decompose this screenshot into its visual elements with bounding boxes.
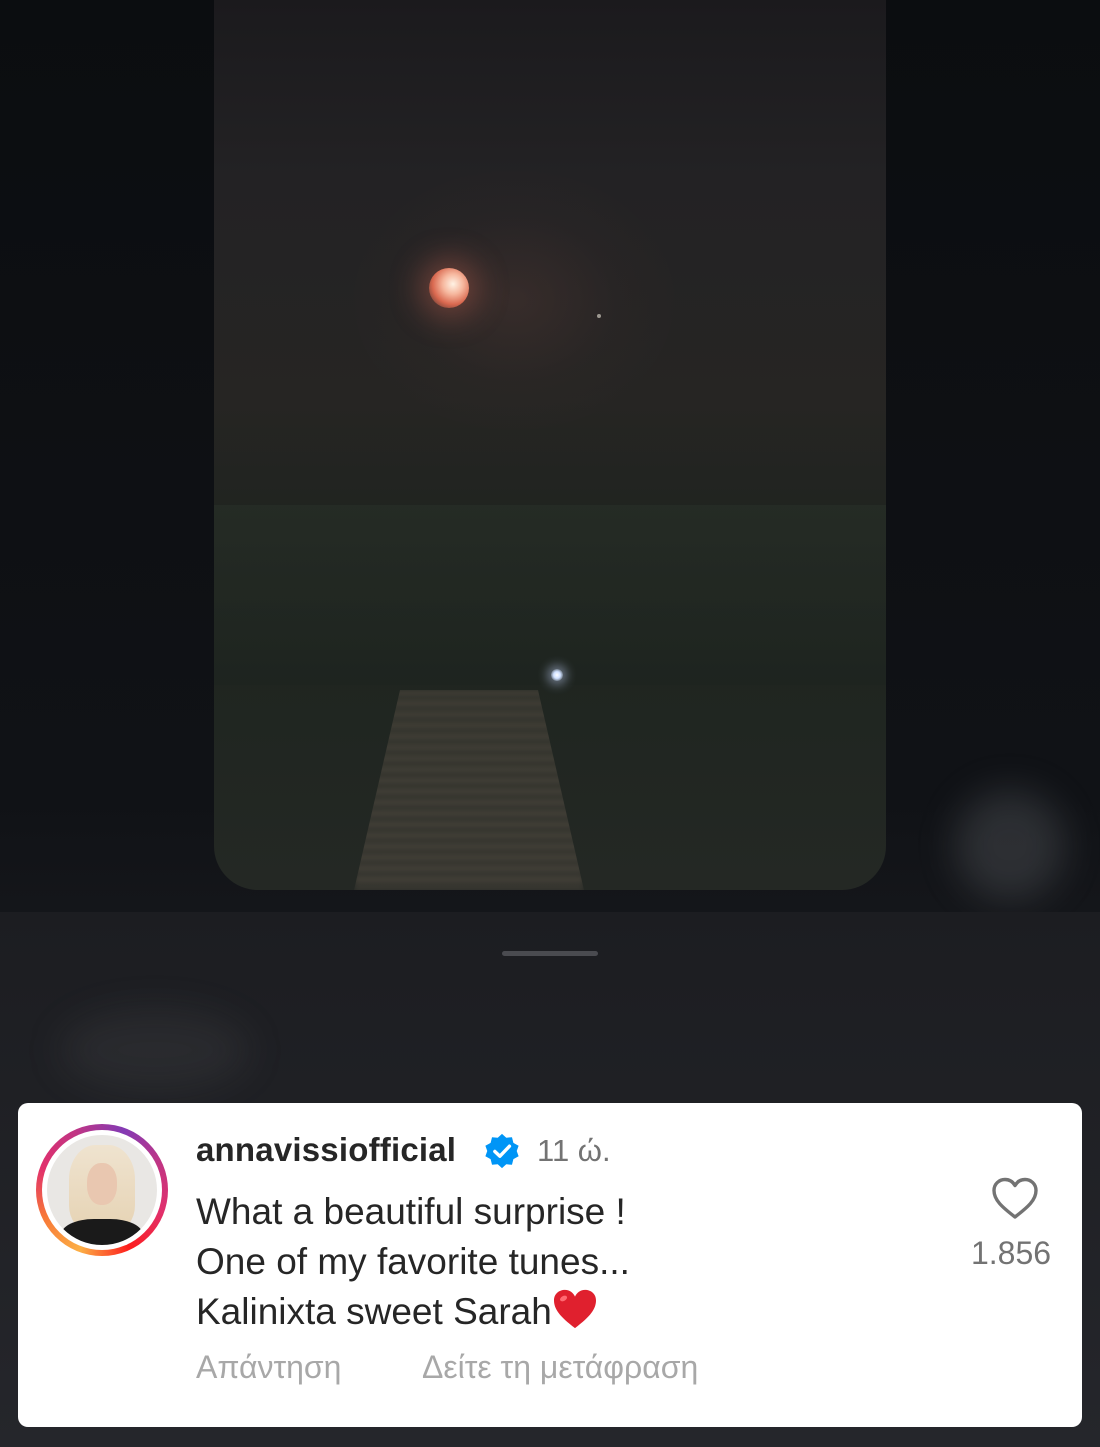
story-viewer-screen: annavissiofficial 11 ώ. What a beautiful… (0, 0, 1100, 1447)
moon-glow (354, 170, 674, 430)
comment-line: One of my favorite tunes... (196, 1241, 630, 1282)
boat-light (551, 669, 563, 681)
comment-line: What a beautiful surprise ! (196, 1191, 626, 1232)
sea-horizon (214, 505, 886, 685)
blurred-background-shape (60, 1010, 250, 1090)
comment-card: annavissiofficial 11 ώ. What a beautiful… (18, 1103, 1082, 1427)
comment-line: Kalinixta sweet Sarah (196, 1287, 896, 1337)
see-translation-button[interactable]: Δείτε τη μετάφραση (422, 1349, 698, 1386)
verified-badge-icon (485, 1133, 519, 1169)
sheet-drag-handle[interactable] (502, 951, 598, 956)
reply-button[interactable]: Απάντηση (196, 1349, 341, 1386)
comment-timestamp: 11 ώ. (537, 1133, 611, 1168)
heart-outline-icon[interactable] (990, 1175, 1040, 1221)
blurred-background-shape (955, 790, 1065, 900)
like-count: 1.856 (970, 1235, 1052, 1271)
story-video[interactable] (214, 0, 886, 890)
avatar (47, 1135, 157, 1245)
comment-username[interactable]: annavissiofficial (196, 1131, 456, 1169)
comment-text: What a beautiful surprise ! One of my fa… (196, 1187, 896, 1337)
avatar-story-ring[interactable] (36, 1124, 168, 1256)
star (597, 314, 601, 318)
red-heart-emoji-icon (553, 1289, 596, 1329)
moon (429, 268, 469, 308)
moon-reflection (354, 690, 584, 890)
